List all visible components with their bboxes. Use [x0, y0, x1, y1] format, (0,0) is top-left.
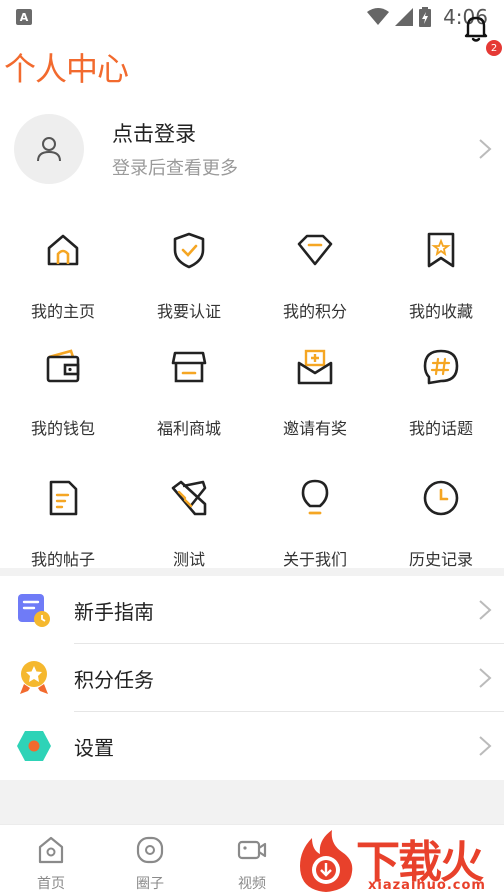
section-divider [0, 568, 504, 576]
grid-item-label: 关于我们 [282, 550, 347, 569]
content-bottom-spacer [0, 780, 504, 824]
nav-label: 视频 [238, 876, 266, 892]
notification-bell-icon[interactable] [460, 12, 492, 44]
avatar[interactable] [14, 114, 84, 184]
clock-icon [423, 480, 459, 516]
home-nav-icon [38, 836, 64, 864]
diamond-icon [297, 234, 333, 266]
nav-item-home[interactable]: 首页 [21, 835, 81, 893]
video-nav-icon [237, 840, 267, 860]
chevron-right-icon [479, 736, 492, 756]
page-title: 个人中心 [4, 50, 129, 88]
wallet-icon [46, 349, 80, 383]
user-icon [37, 137, 61, 162]
shop-icon [171, 351, 207, 383]
grid-item-shop[interactable]: 福利商城 [126, 347, 252, 457]
settings-hexagon-icon [17, 731, 51, 761]
guide-icon [18, 594, 50, 627]
nav-item-video[interactable]: 视频 [222, 835, 282, 893]
list-item-label: 新手指南 [74, 600, 154, 624]
chevron-right-icon [479, 139, 492, 159]
watermark: 下载火 xiazaihuo.com [296, 826, 504, 896]
watermark-url: xiazaihuo.com [368, 878, 486, 893]
list-item-label: 积分任务 [74, 668, 154, 692]
login-subtitle: 登录后查看更多 [112, 158, 238, 179]
chevron-right-icon [479, 668, 492, 688]
shield-check-icon [173, 232, 205, 269]
list-item-guide[interactable]: 新手指南 [0, 576, 504, 644]
hashtag-icon [423, 349, 459, 385]
grid-item-label: 测试 [172, 550, 205, 569]
wifi-icon [367, 8, 390, 25]
bookmark-star-icon [427, 232, 455, 268]
flame-logo-icon [300, 830, 353, 892]
nav-label: 圈子 [136, 876, 164, 892]
grid-item-label: 邀请有奖 [282, 419, 347, 438]
nav-label: 首页 [37, 876, 65, 892]
chevron-right-icon [479, 600, 492, 620]
grid-item-invite[interactable]: 邀请有奖 [252, 347, 378, 457]
grid-item-label: 我要认证 [156, 302, 221, 321]
grid-item-label: 我的钱包 [30, 419, 95, 438]
battery-icon [419, 7, 432, 27]
grid-item-label: 历史记录 [408, 550, 473, 569]
grid-item-points[interactable]: 我的积分 [252, 230, 378, 340]
grid-item-label: 我的帖子 [30, 550, 95, 569]
status-app-icon: A [16, 9, 32, 25]
grid-item-label: 我的积分 [282, 302, 347, 321]
grid-item-label: 我的主页 [30, 302, 95, 321]
lightbulb-icon [301, 479, 329, 515]
circle-nav-icon [136, 836, 164, 864]
grid-item-topics[interactable]: 我的话题 [378, 347, 504, 457]
test-pen-icon [171, 480, 207, 516]
signal-icon [395, 8, 414, 26]
login-card[interactable]: 点击登录 登录后查看更多 [0, 104, 504, 194]
grid-item-home[interactable]: 我的主页 [0, 230, 126, 340]
status-bar: A 4:06 [0, 0, 504, 34]
document-icon [49, 480, 78, 516]
list-item-settings[interactable]: 设置 [0, 712, 504, 780]
medal-icon [20, 661, 48, 694]
home-icon [47, 234, 79, 266]
login-title[interactable]: 点击登录 [112, 118, 196, 148]
grid-item-label: 我的话题 [408, 419, 473, 438]
grid-item-verify[interactable]: 我要认证 [126, 230, 252, 340]
grid-item-wallet[interactable]: 我的钱包 [0, 347, 126, 457]
grid-item-label: 福利商城 [156, 419, 221, 438]
nav-item-circle[interactable]: 圈子 [120, 835, 180, 893]
notification-badge: 2 [486, 40, 502, 56]
invite-envelope-icon [297, 349, 333, 385]
list-item-tasks[interactable]: 积分任务 [0, 644, 504, 712]
list-item-label: 设置 [74, 736, 114, 760]
header: 个人中心 [0, 38, 504, 98]
grid-item-favorites[interactable]: 我的收藏 [378, 230, 504, 340]
grid-item-label: 我的收藏 [408, 302, 473, 321]
